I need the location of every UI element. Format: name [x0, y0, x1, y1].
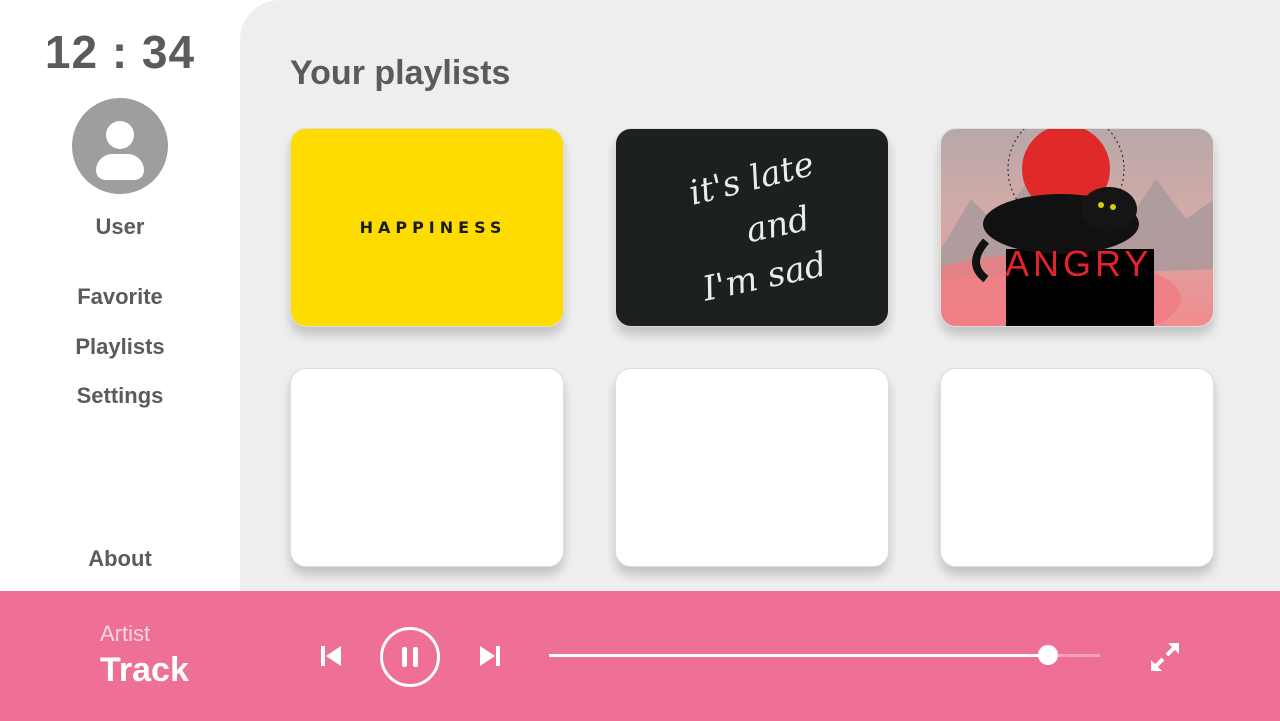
avatar-head	[106, 121, 134, 149]
progress-bar[interactable]	[549, 645, 1100, 665]
playlist-cover-line: and	[742, 198, 814, 252]
nav-item-settings[interactable]: Settings	[77, 383, 164, 409]
playlist-card-empty[interactable]	[615, 368, 889, 567]
pause-icon	[402, 647, 418, 667]
pause-button[interactable]	[380, 627, 440, 687]
page-title: Your playlists	[290, 54, 511, 92]
user-avatar-icon[interactable]	[72, 98, 168, 194]
expand-icon[interactable]	[1148, 640, 1182, 674]
progress-fill	[549, 654, 1048, 657]
nav-item-favorite[interactable]: Favorite	[77, 284, 163, 310]
track-name: Track	[100, 651, 189, 689]
nav-item-about[interactable]: About	[0, 546, 240, 572]
skip-previous-icon[interactable]	[318, 643, 344, 669]
skip-next-icon[interactable]	[477, 643, 503, 669]
playlist-cover-text: HAPPINESS	[359, 218, 507, 237]
player-bar: Artist Track	[0, 591, 1280, 721]
sidebar-nav: Favorite Playlists Settings	[75, 284, 164, 433]
playlist-card-happiness[interactable]: HAPPINESS	[290, 128, 564, 327]
playlists-panel: Your playlists HAPPINESS it's late and I…	[240, 0, 1280, 591]
music-app: 12 : 34 User Favorite Playlists Settings…	[0, 0, 1280, 721]
sidebar: 12 : 34 User Favorite Playlists Settings…	[0, 0, 240, 591]
playlist-cover-line: I'm sad	[699, 244, 831, 310]
angry-cover-art	[941, 129, 1213, 326]
nav-item-playlists[interactable]: Playlists	[75, 334, 164, 360]
playlist-card-sad[interactable]: it's late and I'm sad	[615, 128, 889, 327]
playlist-card-empty[interactable]	[940, 368, 1214, 567]
playlist-card-angry[interactable]: ANGRY	[940, 128, 1214, 327]
artist-name: Artist	[100, 621, 151, 646]
playlist-card-empty[interactable]	[290, 368, 564, 567]
avatar-body	[96, 154, 144, 180]
progress-thumb[interactable]	[1037, 645, 1058, 665]
clock: 12 : 34	[44, 26, 196, 78]
playlist-cover-text: ANGRY	[1005, 243, 1153, 284]
username[interactable]: User	[96, 214, 145, 240]
